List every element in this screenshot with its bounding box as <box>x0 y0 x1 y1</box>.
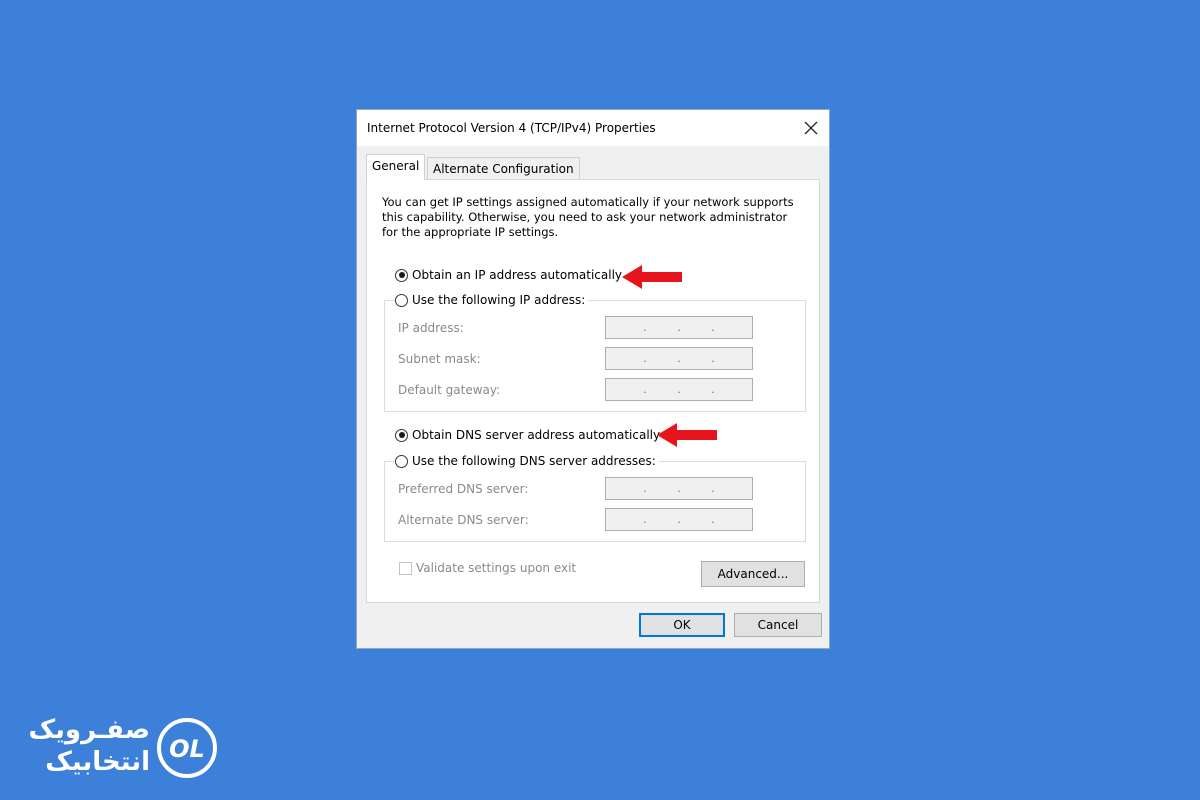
subnet-mask-input[interactable]: ... <box>605 347 753 370</box>
cancel-button[interactable]: Cancel <box>734 613 822 637</box>
ok-button[interactable]: OK <box>639 613 725 637</box>
preferred-dns-label: Preferred DNS server: <box>398 482 529 496</box>
advanced-button[interactable]: Advanced... <box>701 561 805 587</box>
radio-use-following-ip[interactable]: Use the following IP address: <box>395 293 589 307</box>
brand-monogram-icon: OL <box>157 718 217 778</box>
checkbox-label: Validate settings upon exit <box>416 561 577 575</box>
subnet-mask-label: Subnet mask: <box>398 352 481 366</box>
radio-button[interactable] <box>395 293 408 307</box>
radio-obtain-dns-auto[interactable]: Obtain DNS server address automatically <box>395 428 660 442</box>
brand-line-1: صفـرویک <box>28 715 150 745</box>
preferred-dns-input[interactable]: ... <box>605 477 753 500</box>
default-gateway-label: Default gateway: <box>398 383 501 397</box>
default-gateway-input[interactable]: ... <box>605 378 753 401</box>
red-arrow-icon <box>622 265 682 289</box>
close-button[interactable] <box>793 110 829 146</box>
radio-button[interactable] <box>395 454 408 468</box>
ip-address-label: IP address: <box>398 321 464 335</box>
close-icon <box>804 121 818 135</box>
radio-label: Use the following IP address: <box>412 293 586 307</box>
general-panel: You can get IP settings assigned automat… <box>366 179 820 603</box>
alternate-dns-label: Alternate DNS server: <box>398 513 529 527</box>
tab-alternate-configuration[interactable]: Alternate Configuration <box>427 157 580 179</box>
title-bar: Internet Protocol Version 4 (TCP/IPv4) P… <box>357 110 829 146</box>
red-arrow-icon <box>657 423 717 447</box>
radio-use-following-dns[interactable]: Use the following DNS server addresses: <box>395 454 659 468</box>
brand-logo: صفـرویک انتخابیک OL <box>28 715 220 785</box>
alternate-dns-input[interactable]: ... <box>605 508 753 531</box>
svg-text:OL: OL <box>169 735 205 763</box>
radio-button-checked[interactable] <box>395 428 408 442</box>
ipv4-properties-dialog: Internet Protocol Version 4 (TCP/IPv4) P… <box>356 109 830 649</box>
description-text: You can get IP settings assigned automat… <box>382 195 794 239</box>
radio-obtain-ip-auto[interactable]: Obtain an IP address automatically <box>395 268 622 282</box>
window-title: Internet Protocol Version 4 (TCP/IPv4) P… <box>367 121 656 135</box>
validate-settings-checkbox[interactable]: Validate settings upon exit <box>399 561 576 575</box>
checkbox[interactable] <box>399 561 412 575</box>
brand-line-2: انتخابیک <box>45 747 150 777</box>
tab-general[interactable]: General <box>366 154 426 180</box>
radio-label: Use the following DNS server addresses: <box>412 454 656 468</box>
ip-address-input[interactable]: ... <box>605 316 753 339</box>
radio-label: Obtain an IP address automatically <box>412 268 623 282</box>
radio-label: Obtain DNS server address automatically <box>412 428 661 442</box>
radio-button-checked[interactable] <box>395 268 408 282</box>
